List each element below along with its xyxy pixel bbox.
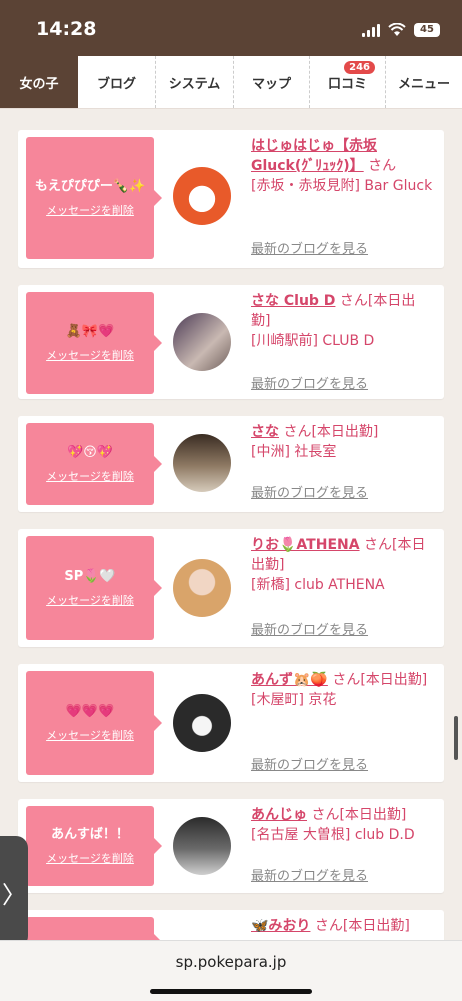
tab-system[interactable]: システム — [156, 56, 234, 108]
shop-name[interactable]: [新橋] club ATHENA — [251, 577, 385, 593]
reviews-count-badge: 246 — [344, 61, 375, 74]
girl-status: さん[本日出勤] — [283, 424, 379, 440]
girl-name-link[interactable]: さな Club D — [251, 293, 335, 309]
message-text: SP🌷🤍 — [64, 569, 116, 584]
latest-blog-link[interactable]: 最新のブログを見る — [251, 238, 368, 257]
list-item: あんすば！！ メッセージを削除 あんじゅ さん[本日出勤] [名古屋 大曽根] … — [18, 799, 444, 893]
message-bubble: 💗💗💗 メッセージを削除 — [26, 671, 162, 775]
message-text: 🧸🎀💗 — [65, 324, 115, 339]
tab-reviews[interactable]: 口コミ 246 — [310, 56, 386, 108]
girl-info: はじゅはじゅ【赤坂Gluck(ｸﾞﾘｭｯｸ)】 さん [赤坂・赤坂見附] Bar… — [251, 136, 434, 196]
message-bubble: SP🌷🤍 メッセージを削除 — [26, 536, 162, 640]
message-bubble: あんすば！！ メッセージを削除 — [26, 806, 162, 886]
girl-name-link[interactable]: さな — [251, 424, 279, 440]
shop-name[interactable]: [川崎駅前] CLUB D — [251, 333, 374, 349]
shop-name[interactable]: [名古屋 大曽根] club D.D — [251, 827, 415, 843]
delete-message-link[interactable]: メッセージを削除 — [46, 468, 134, 484]
tab-label: マップ — [251, 76, 291, 92]
shop-name[interactable]: [中洲] 社長室 — [251, 444, 336, 460]
list-item: 💖😚💖 メッセージを削除 さな さん[本日出勤] [中洲] 社長室 最新のブログ… — [18, 416, 444, 512]
avatar[interactable] — [173, 817, 231, 875]
avatar[interactable] — [173, 694, 231, 752]
top-nav: 女の子 ブログ システム マップ 口コミ 246 メニュー — [0, 56, 462, 109]
girl-name-link[interactable]: りお🌷ATHENA — [251, 537, 360, 553]
tab-girls[interactable]: 女の子 — [0, 56, 78, 108]
girl-status: さん[本日出勤] — [314, 918, 410, 934]
avatar[interactable] — [173, 434, 231, 492]
shop-name[interactable]: [木屋町] 京花 — [251, 692, 336, 708]
delete-message-link[interactable]: メッセージを削除 — [46, 727, 134, 743]
tab-menu[interactable]: メニュー — [386, 56, 462, 108]
tab-label: メニュー — [397, 76, 450, 92]
side-drawer-tab[interactable]: 〉 — [0, 836, 28, 948]
tab-label: システム — [168, 76, 221, 92]
tab-label: 女の子 — [19, 76, 59, 92]
girl-info: りお🌷ATHENA さん[本日出勤] [新橋] club ATHENA — [251, 535, 434, 595]
girl-name-link[interactable]: 🦋みおり — [251, 918, 310, 934]
avatar[interactable] — [173, 313, 231, 371]
battery-icon: 45 — [414, 23, 440, 37]
girl-info: さな さん[本日出勤] [中洲] 社長室 — [251, 422, 434, 462]
girl-info: 🦋みおり さん[本日出勤] — [251, 916, 434, 936]
latest-blog-link[interactable]: 最新のブログを見る — [251, 619, 368, 638]
tab-label: ブログ — [96, 76, 136, 92]
wifi-icon — [388, 23, 406, 36]
avatar[interactable] — [173, 167, 231, 225]
girl-status: さん — [368, 158, 397, 174]
latest-blog-link[interactable]: 最新のブログを見る — [251, 865, 368, 884]
home-indicator[interactable] — [150, 989, 312, 994]
message-text: もえぴぴぴー🍾✨ — [34, 179, 146, 194]
status-bar: 14:28 45 — [0, 0, 462, 56]
message-bubble: もえぴぴぴー🍾✨ メッセージを削除 — [26, 137, 162, 259]
status-time: 14:28 — [36, 18, 97, 40]
girl-status: さん[本日出勤] — [332, 672, 428, 688]
browser-address-bar: sp.pokepara.jp — [0, 940, 462, 1001]
girl-name-link[interactable]: あんじゅ — [251, 807, 307, 823]
avatar[interactable] — [173, 559, 231, 617]
girl-status: さん[本日出勤] — [311, 807, 407, 823]
girl-info: あんじゅ さん[本日出勤] [名古屋 大曽根] club D.D — [251, 805, 434, 845]
latest-blog-link[interactable]: 最新のブログを見る — [251, 754, 368, 773]
chevron-right-icon: 〉 — [2, 880, 26, 909]
message-text: あんすば！！ — [51, 827, 129, 842]
signal-icon — [362, 23, 380, 37]
list-item: 🧸🎀💗 メッセージを削除 さな Club D さん[本日出勤] [川崎駅前] C… — [18, 285, 444, 399]
status-icons: 45 — [362, 20, 440, 40]
list-item: SP🌷🤍 メッセージを削除 りお🌷ATHENA さん[本日出勤] [新橋] cl… — [18, 529, 444, 647]
list-item: 💗💗💗 メッセージを削除 あんず🐹🍑 さん[本日出勤] [木屋町] 京花 最新の… — [18, 664, 444, 782]
girl-info: さな Club D さん[本日出勤] [川崎駅前] CLUB D — [251, 291, 434, 351]
tab-label: 口コミ — [327, 76, 367, 92]
latest-blog-link[interactable]: 最新のブログを見る — [251, 482, 368, 501]
delete-message-link[interactable]: メッセージを削除 — [46, 202, 134, 218]
list-item: もえぴぴぴー🍾✨ メッセージを削除 はじゅはじゅ【赤坂Gluck(ｸﾞﾘｭｯｸ)… — [18, 130, 444, 268]
scrollbar[interactable] — [454, 716, 458, 760]
girl-name-link[interactable]: あんず🐹🍑 — [251, 672, 328, 688]
girl-list: もえぴぴぴー🍾✨ メッセージを削除 はじゅはじゅ【赤坂Gluck(ｸﾞﾘｭｯｸ)… — [18, 130, 444, 987]
tab-map[interactable]: マップ — [234, 56, 310, 108]
girl-info: あんず🐹🍑 さん[本日出勤] [木屋町] 京花 — [251, 670, 434, 710]
delete-message-link[interactable]: メッセージを削除 — [46, 592, 134, 608]
girl-name-link[interactable]: はじゅはじゅ【赤坂Gluck(ｸﾞﾘｭｯｸ)】 — [251, 138, 377, 174]
message-bubble: 🧸🎀💗 メッセージを削除 — [26, 292, 162, 394]
shop-name[interactable]: [赤坂・赤坂見附] Bar Gluck — [251, 178, 432, 194]
message-text: 💖😚💖 — [67, 445, 113, 460]
latest-blog-link[interactable]: 最新のブログを見る — [251, 373, 368, 392]
tab-blog[interactable]: ブログ — [78, 56, 156, 108]
delete-message-link[interactable]: メッセージを削除 — [46, 850, 134, 866]
url-text[interactable]: sp.pokepara.jp — [0, 953, 462, 971]
message-text: 💗💗💗 — [65, 704, 115, 719]
delete-message-link[interactable]: メッセージを削除 — [46, 347, 134, 363]
message-bubble: 💖😚💖 メッセージを削除 — [26, 423, 162, 505]
